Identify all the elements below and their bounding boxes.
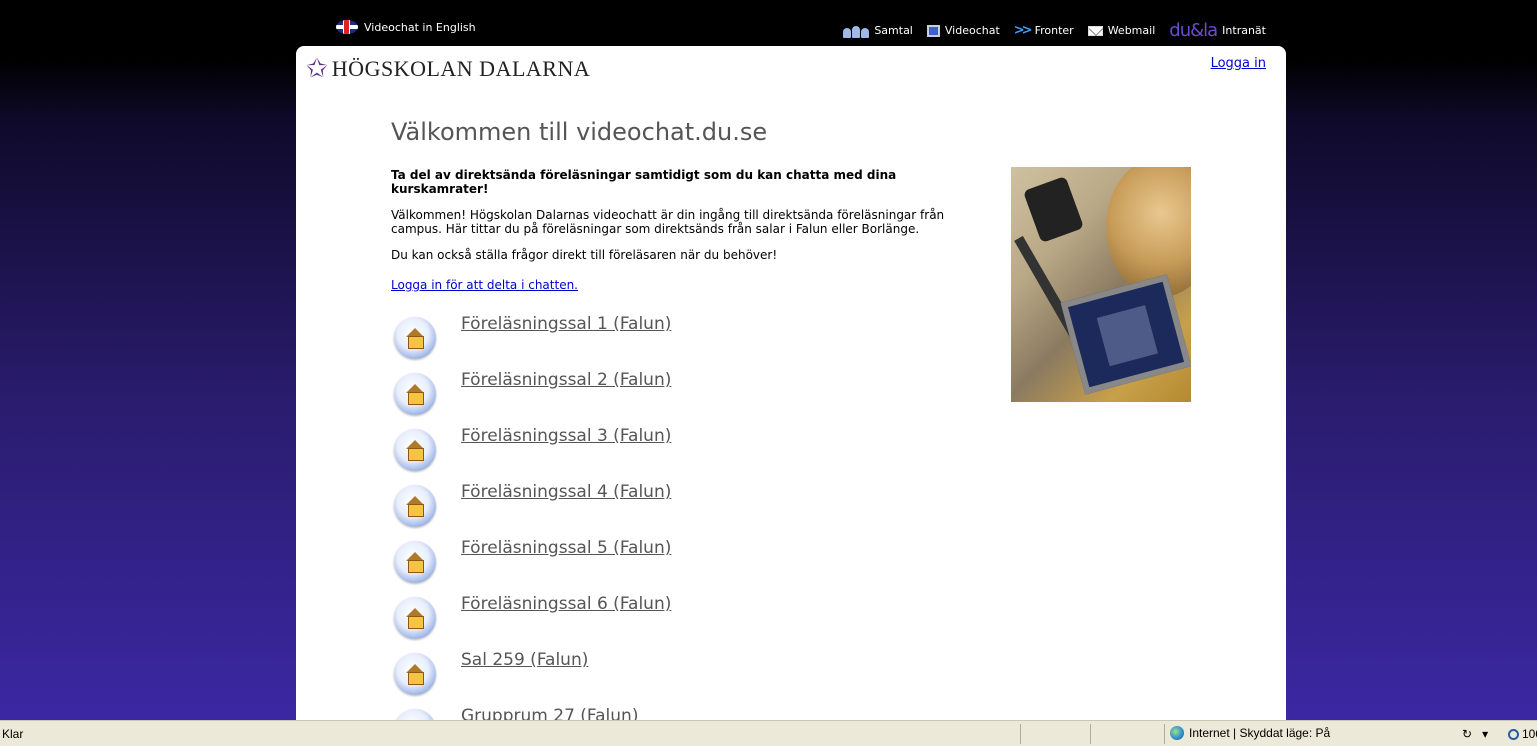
list-item: Föreläsningssal 4 (Falun) (394, 482, 671, 538)
browser-status-bar: Klar Internet | Skyddat läge: På ↻ ▾ 100 (0, 720, 1537, 746)
list-item: Sal 259 (Falun) (394, 650, 671, 706)
home-icon[interactable] (394, 485, 436, 527)
login-link[interactable]: Logga in (1211, 56, 1266, 71)
room-link[interactable]: Föreläsningssal 6 (Falun) (461, 594, 671, 614)
room-list: Föreläsningssal 1 (Falun) Föreläsningssa… (394, 314, 671, 726)
room-link[interactable]: Sal 259 (Falun) (461, 650, 588, 670)
intranet-link[interactable]: du&la Intranät (1169, 20, 1266, 41)
main-panel: ✩ HÖGSKOLAN DALARNA Logga in Välkommen t… (296, 46, 1286, 726)
home-icon[interactable] (394, 373, 436, 415)
room-link[interactable]: Föreläsningssal 2 (Falun) (461, 370, 671, 390)
home-icon[interactable] (394, 317, 436, 359)
videochat-label: Videochat (944, 24, 1000, 37)
samtal-label: Samtal (874, 24, 913, 37)
list-item: Föreläsningssal 3 (Falun) (394, 426, 671, 482)
zoom-control[interactable]: 100 (1508, 727, 1537, 741)
home-icon[interactable] (394, 541, 436, 583)
status-divider (1164, 724, 1165, 744)
logo-text: HÖGSKOLAN DALARNA (331, 56, 591, 81)
list-item: Föreläsningssal 1 (Falun) (394, 314, 671, 370)
status-text: Klar (2, 727, 24, 741)
lecture-photo (1011, 167, 1191, 402)
top-bar: Videochat in English Samtal Videochat >>… (0, 0, 1537, 46)
room-link[interactable]: Föreläsningssal 1 (Falun) (461, 314, 671, 334)
intro-content: Välkommen till videochat.du.se Ta del av… (391, 118, 991, 293)
chevron-down-icon[interactable]: ▾ (1482, 727, 1488, 741)
top-links: Samtal Videochat >> Fronter Webmail du&l… (829, 20, 1266, 41)
videochat-link[interactable]: Videochat (926, 24, 1000, 37)
room-link[interactable]: Föreläsningssal 5 (Falun) (461, 538, 671, 558)
dula-logo: du&la (1169, 20, 1218, 41)
english-label: Videochat in English (364, 20, 476, 34)
list-item: Föreläsningssal 6 (Falun) (394, 594, 671, 650)
list-item: Föreläsningssal 2 (Falun) (394, 370, 671, 426)
samtal-link[interactable]: Samtal (843, 24, 913, 38)
webmail-link[interactable]: Webmail (1087, 24, 1156, 37)
english-link[interactable]: Videochat in English (336, 20, 476, 34)
room-link[interactable]: Föreläsningssal 4 (Falun) (461, 482, 671, 502)
fronter-label: Fronter (1034, 24, 1074, 37)
intro-paragraph: Välkommen! Högskolan Dalarnas videochatt… (391, 208, 945, 236)
people-icon (843, 24, 870, 38)
globe-icon (1170, 726, 1184, 740)
list-item: Föreläsningssal 5 (Falun) (394, 538, 671, 594)
site-logo[interactable]: ✩ HÖGSKOLAN DALARNA (306, 56, 590, 82)
uk-flag-icon (336, 20, 358, 34)
zone-text: Internet | Skyddat läge: På (1189, 726, 1331, 740)
status-divider (1090, 724, 1091, 744)
arrows-icon: >> (1013, 23, 1033, 38)
security-zone[interactable]: Internet | Skyddat läge: På (1170, 726, 1330, 740)
home-icon[interactable] (394, 653, 436, 695)
webmail-label: Webmail (1107, 24, 1156, 37)
question-paragraph: Du kan också ställa frågor direkt till f… (391, 248, 778, 262)
zoom-icon (1508, 728, 1519, 740)
zoom-level: 100 (1522, 727, 1537, 741)
monitor-icon (926, 24, 940, 37)
room-link[interactable]: Föreläsningssal 3 (Falun) (461, 426, 671, 446)
status-controls[interactable]: ↻ ▾ (1462, 727, 1488, 741)
star-logo-icon: ✩ (306, 54, 328, 84)
chat-login-link[interactable]: Logga in för att delta i chatten. (391, 278, 578, 292)
home-icon[interactable] (394, 429, 436, 471)
status-divider (1020, 724, 1021, 744)
mail-icon (1087, 25, 1103, 36)
fronter-link[interactable]: >> Fronter (1014, 23, 1074, 38)
page-title: Välkommen till videochat.du.se (391, 118, 768, 146)
home-icon[interactable] (394, 597, 436, 639)
lead-text: Ta del av direktsända föreläsningar samt… (391, 168, 897, 196)
security-icon[interactable]: ↻ (1462, 727, 1472, 741)
intranet-label: Intranät (1222, 24, 1266, 37)
